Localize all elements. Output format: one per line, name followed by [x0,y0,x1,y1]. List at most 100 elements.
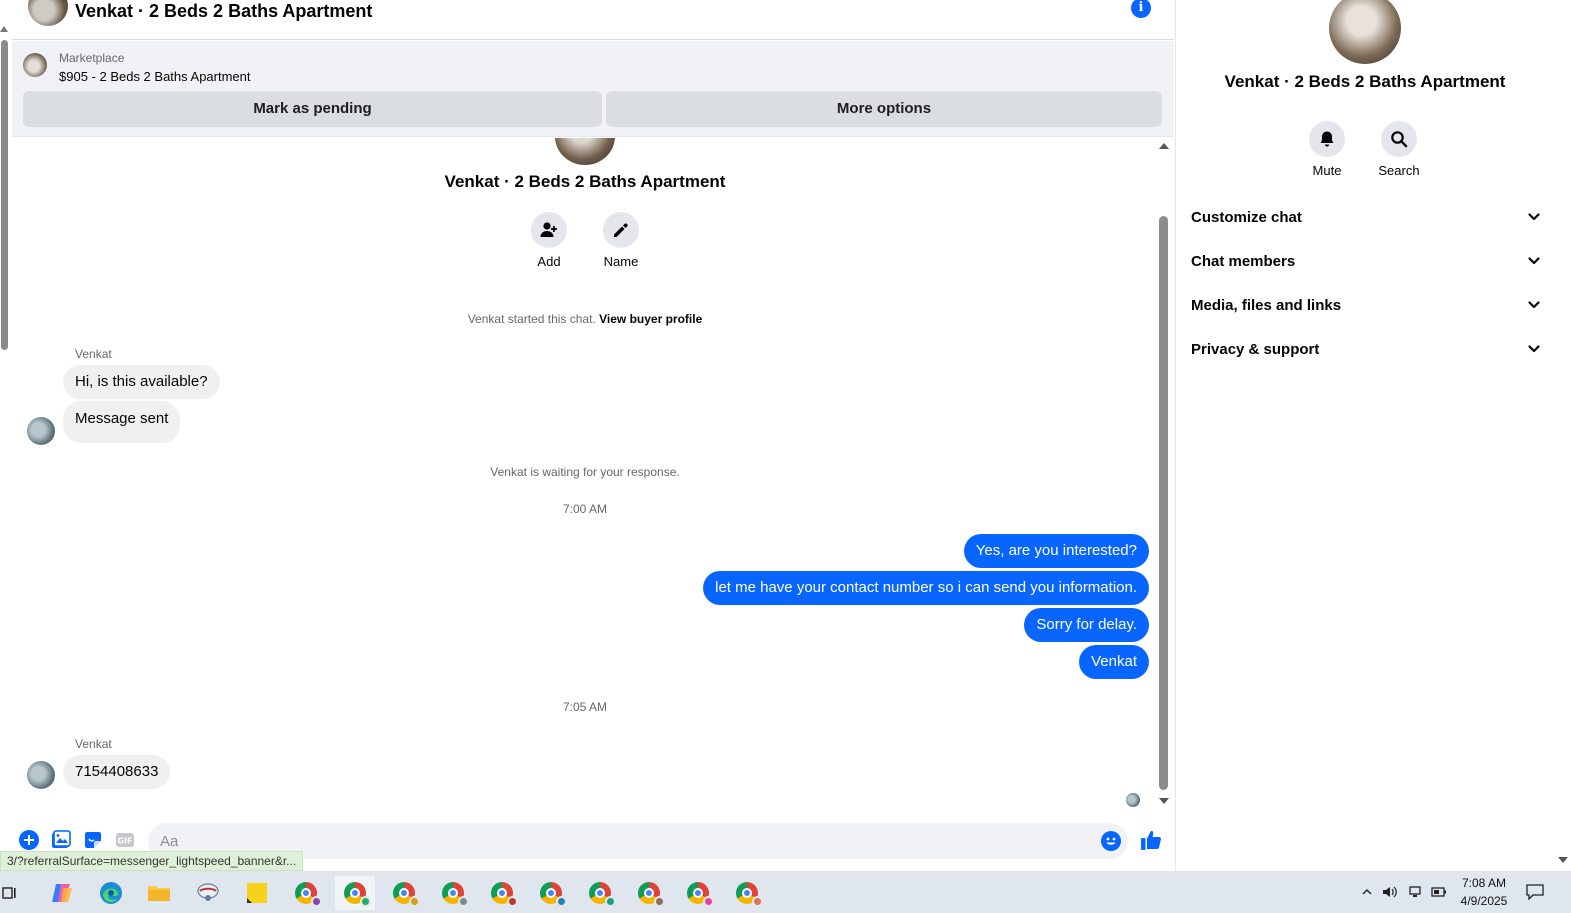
chevron-up-icon[interactable] [1358,883,1376,901]
task-view-icon[interactable] [0,876,30,910]
chat-avatar[interactable] [28,0,68,26]
chrome-icon [344,882,371,907]
chrome-profile-icon[interactable] [335,876,375,910]
chat-title[interactable]: Venkat · 2 Beds 2 Baths Apartment [75,0,372,22]
message-list: Venkat · 2 Beds 2 Baths Apartment Add Na… [12,138,1156,813]
page-scrollbar-thumb[interactable] [1,40,8,350]
section-customize-chat[interactable]: Customize chat [1191,197,1541,237]
chevron-down-icon [1528,257,1540,265]
chrome-icon [687,882,714,907]
search-icon[interactable] [1381,121,1417,157]
svg-text:GIF: GIF [117,837,132,846]
message-scrollbar[interactable] [1157,138,1171,813]
sender-name: Venkat [75,737,112,751]
chrome-profile-icon[interactable] [629,876,669,910]
chrome-profile-icon[interactable] [678,876,718,910]
incoming-message[interactable]: 7154408633 [63,755,171,789]
outgoing-message[interactable]: let me have your contact number so i can… [703,571,1149,605]
incoming-message[interactable]: Hi, is this available? [63,365,220,399]
panel-avatar[interactable] [1329,0,1401,64]
scroll-up-arrow-icon[interactable] [1159,143,1169,149]
add-label: Add [537,254,561,269]
chat-header: Venkat · 2 Beds 2 Baths Apartment i [12,0,1174,40]
photo-icon[interactable] [51,830,71,850]
chrome-profile-icon[interactable] [580,876,620,910]
battery-icon[interactable] [1430,883,1448,901]
panel-scrollbar[interactable] [1554,0,1571,871]
intro-title: Venkat · 2 Beds 2 Baths Apartment [444,172,726,191]
chevron-down-icon [1528,301,1540,309]
sender-avatar[interactable] [27,761,55,789]
conversation-details-panel: Venkat · 2 Beds 2 Baths Apartment Mute S… [1175,0,1571,871]
section-chat-members[interactable]: Chat members [1191,241,1541,281]
mark-as-pending-button[interactable]: Mark as pending [23,91,602,127]
chrome-icon [295,882,322,907]
emoji-icon[interactable] [1101,831,1121,851]
sticker-icon[interactable] [83,830,103,850]
chrome-profile-icon[interactable] [286,876,326,910]
edge-browser-icon[interactable] [91,876,131,910]
thumbs-up-icon[interactable] [1140,829,1162,851]
message-scrollbar-thumb[interactable] [1159,216,1168,790]
more-options-button[interactable]: More options [606,91,1162,127]
incoming-message[interactable]: Message sent [63,401,181,443]
edit-name-button[interactable]: Name [591,212,651,269]
view-buyer-profile-link[interactable]: View buyer profile [599,312,702,326]
chrome-profile-icon[interactable] [384,876,424,910]
waiting-note: Venkat is waiting for your response. [490,465,680,479]
chrome-icon [491,882,518,907]
gif-icon[interactable]: GIF [115,830,135,850]
outgoing-message[interactable]: Sorry for delay. [1024,608,1149,642]
chrome-profile-icon[interactable] [433,876,473,910]
outgoing-message[interactable]: Venkat [1079,645,1149,679]
section-label: Customize chat [1191,208,1302,226]
mute-button[interactable]: Mute [1297,121,1357,178]
copilot-icon[interactable] [42,876,82,910]
listing-title[interactable]: $905 - 2 Beds 2 Baths Apartment [59,69,251,84]
chrome-icon [638,882,665,907]
chat-started-text: Venkat started this chat. [467,312,596,326]
section-media-files-links[interactable]: Media, files and links [1191,285,1541,325]
timestamp: 7:00 AM [562,502,608,516]
chrome-profile-icon[interactable] [482,876,522,910]
section-privacy-support[interactable]: Privacy & support [1191,329,1541,369]
sender-avatar[interactable] [27,417,55,445]
chevron-down-icon [1528,345,1540,353]
volume-icon[interactable] [1381,883,1399,901]
name-label: Name [603,254,639,269]
section-label: Media, files and links [1191,296,1342,314]
marketplace-banner: Marketplace $905 - 2 Beds 2 Baths Apartm… [12,41,1174,137]
system-clock[interactable]: 7:08 AM 4/9/2025 [1452,874,1516,910]
bell-icon[interactable] [1309,121,1345,157]
file-explorer-icon[interactable] [139,876,179,910]
clock-date: 4/9/2025 [1460,894,1508,908]
scroll-down-arrow-icon[interactable] [1558,857,1568,863]
panel-title: Venkat · 2 Beds 2 Baths Apartment [1224,72,1506,91]
add-people-button[interactable]: Add [519,212,579,269]
chat-started-note: Venkat started this chat. View buyer pro… [12,312,1156,326]
messenger-window: Venkat · 2 Beds 2 Baths Apartment i Mark… [0,0,1571,913]
network-icon[interactable] [1406,883,1424,901]
outgoing-message[interactable]: Yes, are you interested? [963,534,1149,568]
chrome-profile-icon[interactable] [727,876,767,910]
page-scrollbar[interactable] [0,26,10,871]
intro-avatar [555,138,615,165]
snipping-tool-icon[interactable] [188,876,228,910]
timestamp: 7:05 AM [562,700,608,714]
status-bar-url: 3/?referralSurface=messenger_lightspeed_… [0,851,304,871]
scroll-down-arrow-icon[interactable] [1159,798,1169,804]
plus-icon[interactable] [19,830,39,850]
add-person-icon[interactable] [531,212,567,248]
info-icon[interactable]: i [1131,0,1151,18]
notifications-icon[interactable] [1526,883,1544,901]
windows-taskbar: 7:08 AM 4/9/2025 [0,871,1571,913]
search-button[interactable]: Search [1369,121,1429,178]
chrome-profile-icon[interactable] [531,876,571,910]
listing-thumbnail[interactable] [23,53,47,77]
pencil-icon[interactable] [603,212,639,248]
marketplace-label: Marketplace [59,51,125,65]
sticky-notes-icon[interactable] [237,876,277,910]
scroll-up-arrow-icon[interactable] [0,26,8,32]
section-label: Privacy & support [1191,340,1320,358]
section-label: Chat members [1191,252,1296,270]
